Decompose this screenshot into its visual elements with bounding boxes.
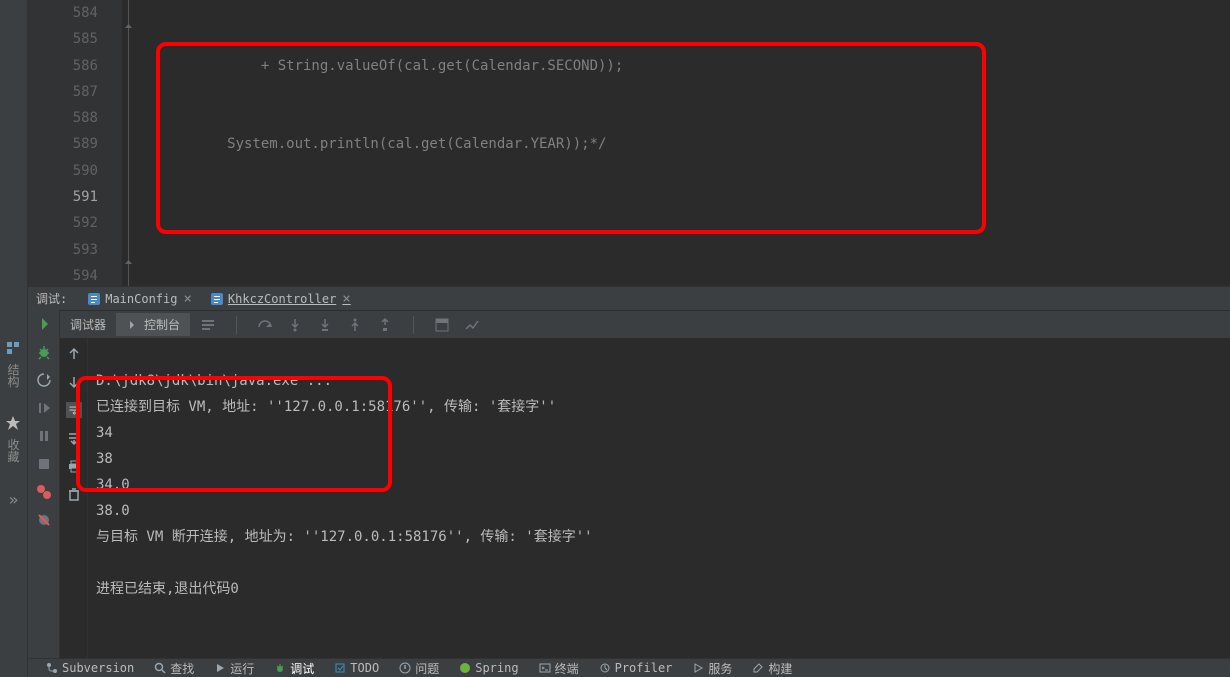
tab-subversion[interactable]: Subversion <box>36 661 144 675</box>
trace-icon[interactable] <box>464 317 480 333</box>
tab-find[interactable]: 查找 <box>144 660 204 677</box>
bottom-tool-tabs: Subversion 查找 运行 调试 TODO 问题 Spring 终端 Pr… <box>28 658 1230 677</box>
tab-build[interactable]: 构建 <box>742 660 802 677</box>
spring-icon <box>459 662 471 674</box>
gutter: 584 585 586 587 588 589 590 591 592 593 … <box>28 0 122 286</box>
pause-icon[interactable] <box>36 428 52 444</box>
code-text: System.out.println(cal.get(Calendar.YEAR… <box>126 136 606 152</box>
console-line: 38 <box>96 451 113 467</box>
search-icon <box>154 662 166 674</box>
structure-icon <box>5 340 21 356</box>
close-icon[interactable]: × <box>342 291 350 307</box>
line-number: 587 <box>28 79 98 105</box>
tab-spring[interactable]: Spring <box>449 661 528 675</box>
stop-icon[interactable] <box>36 456 52 472</box>
tab-profiler[interactable]: Profiler <box>589 661 683 675</box>
step-over-icon[interactable] <box>257 317 273 333</box>
console-line: 38.0 <box>96 503 130 519</box>
play-icon <box>214 662 226 674</box>
debug-step-toolbar: 调试器 控制台 <box>60 310 1230 338</box>
step-into-icon[interactable] <box>287 317 303 333</box>
console-toolbar <box>60 338 88 658</box>
line-number: 584 <box>28 0 98 26</box>
line-number: 590 <box>28 158 98 184</box>
debug-tab-mainconfig[interactable]: MainConfig × <box>81 288 198 310</box>
line-number: 585 <box>28 26 98 52</box>
line-number: 591 <box>28 184 98 210</box>
services-icon <box>692 662 704 674</box>
scroll-to-end-icon[interactable] <box>66 430 82 446</box>
clear-icon[interactable] <box>66 486 82 502</box>
console-tab[interactable]: 控制台 <box>116 313 190 336</box>
todo-icon <box>334 662 346 674</box>
line-number: 589 <box>28 131 98 157</box>
code-text <box>122 210 1230 236</box>
bug-icon <box>274 662 286 674</box>
console-line: D:\jdk8\jdk\bin\java.exe ... <box>96 373 332 389</box>
print-icon[interactable] <box>66 458 82 474</box>
code-area[interactable]: + String.valueOf(cal.get(Calendar.SECOND… <box>122 0 1230 286</box>
sidebar-structure[interactable]: 结构 <box>5 340 22 387</box>
run-config-icon <box>210 292 224 306</box>
debug-label: 调试: <box>36 290 67 307</box>
console-output[interactable]: D:\jdk8\jdk\bin\java.exe ... 已连接到目标 VM, … <box>88 338 1230 658</box>
debug-tab-khkcz[interactable]: KhkczController × <box>204 288 357 310</box>
resume-icon[interactable] <box>36 400 52 416</box>
soft-wrap-icon[interactable] <box>66 402 82 418</box>
view-breakpoints-icon[interactable] <box>36 484 52 500</box>
line-number: 588 <box>28 105 98 131</box>
tab-problems[interactable]: 问题 <box>389 660 449 677</box>
up-icon[interactable] <box>66 346 82 362</box>
profiler-icon <box>599 662 611 674</box>
line-number: 586 <box>28 53 98 79</box>
tab-run[interactable]: 运行 <box>204 660 264 677</box>
problems-icon <box>399 662 411 674</box>
tab-todo[interactable]: TODO <box>324 661 389 675</box>
sidebar-favorites[interactable]: 收藏 <box>5 415 22 462</box>
rerun-icon[interactable] <box>36 316 52 332</box>
close-icon[interactable]: × <box>183 291 191 307</box>
modify-run-icon[interactable] <box>36 372 52 388</box>
debug-action-toolbar <box>28 310 60 658</box>
sidebar-more[interactable]: » <box>9 490 19 509</box>
line-number: 592 <box>28 210 98 236</box>
tab-terminal[interactable]: 终端 <box>529 660 589 677</box>
run-config-icon <box>87 292 101 306</box>
threads-icon[interactable] <box>200 317 216 333</box>
console-line: 34 <box>96 425 113 441</box>
console-line: 与目标 VM 断开连接, 地址为: ''127.0.0.1:58176'', 传… <box>96 529 593 545</box>
vcs-icon <box>46 662 58 674</box>
line-number: 593 <box>28 237 98 263</box>
force-step-into-icon[interactable] <box>317 317 333 333</box>
step-out-icon[interactable] <box>347 317 363 333</box>
debug-tool-tabs: 调试: MainConfig × KhkczController × <box>28 286 1230 310</box>
editor[interactable]: 584 585 586 587 588 589 590 591 592 593 … <box>28 0 1230 286</box>
line-number: 594 <box>28 263 98 286</box>
console-line: 进程已结束,退出代码0 <box>96 581 239 597</box>
tab-services[interactable]: 服务 <box>682 660 742 677</box>
run-to-cursor-icon[interactable] <box>377 317 393 333</box>
build-icon <box>752 662 764 674</box>
debugger-tab[interactable]: 调试器 <box>60 313 116 336</box>
highlight-box <box>76 376 392 492</box>
code-text: + String.valueOf(cal.get(Calendar.SECOND… <box>126 58 623 74</box>
star-icon <box>5 415 21 431</box>
mute-breakpoints-icon[interactable] <box>36 512 52 528</box>
terminal-icon <box>539 662 551 674</box>
bug-icon[interactable] <box>36 344 52 360</box>
console-line: 34.0 <box>96 477 130 493</box>
down-icon[interactable] <box>66 374 82 390</box>
left-tool-sidebar: 结构 收藏 » <box>0 0 28 677</box>
console-icon <box>126 318 140 332</box>
console-line: 已连接到目标 VM, 地址: ''127.0.0.1:58176'', 传输: … <box>96 399 556 415</box>
tab-debug[interactable]: 调试 <box>264 660 324 677</box>
evaluate-icon[interactable] <box>434 317 450 333</box>
